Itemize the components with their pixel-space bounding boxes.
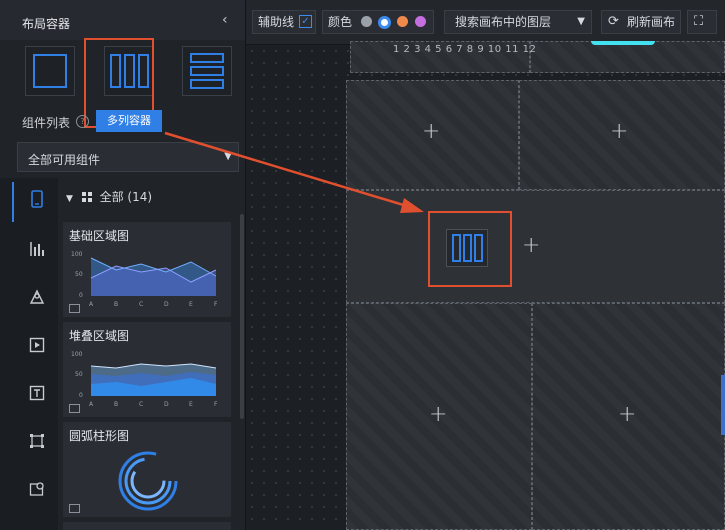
layout-cell[interactable]: + xyxy=(346,303,532,530)
card-title: 堆叠区域图 xyxy=(69,329,130,343)
axis-y-label: 100 xyxy=(71,251,83,258)
panel-title: 布局容器 xyxy=(22,17,71,31)
rows-icon xyxy=(190,53,224,89)
canvas-scrollbar[interactable] xyxy=(721,375,725,435)
grid-icon xyxy=(81,192,92,202)
color-swatch-gray[interactable] xyxy=(361,16,372,27)
drop-target-cell[interactable]: + xyxy=(346,190,725,303)
axis-x-label: A xyxy=(89,301,94,308)
single-container-icon xyxy=(33,54,67,88)
layer-search-select[interactable]: 搜索画布中的图层 ▼ xyxy=(444,10,592,34)
frame-icon[interactable] xyxy=(28,432,46,450)
axis-y-label: 50 xyxy=(75,371,83,378)
add-icon[interactable]: + xyxy=(618,402,636,427)
axis-y-label: 0 xyxy=(79,392,83,399)
axis-x-label: C xyxy=(139,301,143,308)
color-swatch-purple[interactable] xyxy=(415,16,426,27)
multi-column-tooltip: 多列容器 xyxy=(96,110,162,132)
component-card-arc-bar[interactable]: 圆弧柱形图 xyxy=(63,422,231,517)
component-card-next[interactable] xyxy=(63,522,231,530)
mobile-icon xyxy=(69,304,80,313)
axis-x-label: D xyxy=(164,401,169,408)
map-icon[interactable] xyxy=(28,288,46,306)
layout-cell[interactable]: + xyxy=(532,303,725,530)
preview-element xyxy=(591,41,655,45)
add-icon[interactable]: + xyxy=(429,402,447,427)
component-card-stacked-area[interactable]: 堆叠区域图 100 50 0 A B C D E F xyxy=(63,322,231,417)
component-filter-value: 全部可用组件 xyxy=(28,153,101,167)
color-label: 颜色 xyxy=(328,15,353,29)
layout-cell[interactable]: + xyxy=(346,80,519,190)
guides-toggle[interactable]: 辅助线 ✓ xyxy=(252,10,316,34)
axis-x-label: F xyxy=(214,401,218,408)
mobile-icon[interactable] xyxy=(28,190,46,208)
axis-y-label: 100 xyxy=(71,351,83,358)
bar-chart-icon[interactable] xyxy=(28,240,46,258)
card-title: 圆弧柱形图 xyxy=(69,429,130,443)
chevron-left-icon[interactable]: ‹ xyxy=(222,12,228,28)
axis-x-label: A xyxy=(89,401,94,408)
text-icon[interactable] xyxy=(28,384,46,402)
single-container[interactable] xyxy=(25,46,75,96)
panel-header: 布局容器 ‹ xyxy=(0,0,245,40)
left-panel: 布局容器 ‹ 多列容器 组件列表 ? 全部可用组件 ▼ ▼ 全部 (14) 基础… xyxy=(0,0,246,530)
caret-down-icon: ▼ xyxy=(66,194,73,204)
fullscreen-icon: ⛶ xyxy=(694,14,704,29)
axis-x-label: E xyxy=(189,301,193,308)
add-icon[interactable]: + xyxy=(422,119,440,144)
axis-x-label: B xyxy=(114,301,118,308)
components-scrollbar[interactable] xyxy=(240,214,244,419)
mobile-icon xyxy=(69,504,80,513)
axis-x-label: D xyxy=(164,301,169,308)
axis-x-label: E xyxy=(189,401,193,408)
category-icon-bar xyxy=(0,178,58,530)
basic-area-thumbnail: 100 50 0 A B C D E F xyxy=(71,251,218,308)
stacked-area-thumbnail: 100 50 0 A B C D E F xyxy=(71,351,218,408)
layout-cell[interactable]: + xyxy=(519,80,725,190)
column-ruler: 1 2 3 4 5 6 7 8 9 10 11 12 xyxy=(393,44,537,55)
mobile-icon xyxy=(69,404,80,413)
axis-x-label: F xyxy=(214,301,218,308)
drop-highlight xyxy=(428,211,512,287)
color-swatch-blue-selected[interactable] xyxy=(378,16,391,29)
layer-search-placeholder: 搜索画布中的图层 xyxy=(455,15,552,29)
layout-cell[interactable] xyxy=(530,41,725,73)
add-icon[interactable]: + xyxy=(610,119,628,144)
media-icon[interactable] xyxy=(28,336,46,354)
refresh-icon: ⟳ xyxy=(608,14,619,29)
card-title: 基础区域图 xyxy=(69,229,130,243)
color-picker-group: 颜色 xyxy=(322,10,434,34)
arc-bar-thumbnail xyxy=(118,451,178,511)
axis-x-label: C xyxy=(139,401,143,408)
guides-label: 辅助线 xyxy=(258,15,295,29)
top-toolbar: 辅助线 ✓ 颜色 搜索画布中的图层 ▼ ⟳ 刷新画布 ⛶ xyxy=(246,0,725,45)
color-swatch-orange[interactable] xyxy=(397,16,408,27)
add-icon[interactable]: + xyxy=(522,233,540,258)
component-filter-select[interactable]: 全部可用组件 ▼ xyxy=(17,142,239,172)
fullscreen-button[interactable]: ⛶ xyxy=(687,10,717,34)
tree-all[interactable]: ▼ 全部 (14) xyxy=(66,188,152,205)
checkbox-checked-icon[interactable]: ✓ xyxy=(299,15,312,28)
multi-row-container[interactable] xyxy=(182,46,232,96)
tree-all-label: 全部 (14) xyxy=(99,190,153,204)
pin-icon[interactable] xyxy=(28,480,46,498)
refresh-canvas-button[interactable]: ⟳ 刷新画布 xyxy=(601,10,681,34)
axis-y-label: 0 xyxy=(79,292,83,299)
caret-down-icon: ▼ xyxy=(224,151,232,162)
refresh-label: 刷新画布 xyxy=(627,15,676,29)
axis-y-label: 50 xyxy=(75,271,83,278)
caret-down-icon: ▼ xyxy=(577,16,585,27)
editor-canvas[interactable]: + + + + + xyxy=(246,41,725,530)
help-icon[interactable]: ? xyxy=(76,115,89,128)
axis-x-label: B xyxy=(114,401,118,408)
components-label: 组件列表 xyxy=(22,116,71,130)
active-category-indicator xyxy=(12,182,14,222)
component-card-basic-area[interactable]: 基础区域图 100 50 0 A B C D E F xyxy=(63,222,231,317)
